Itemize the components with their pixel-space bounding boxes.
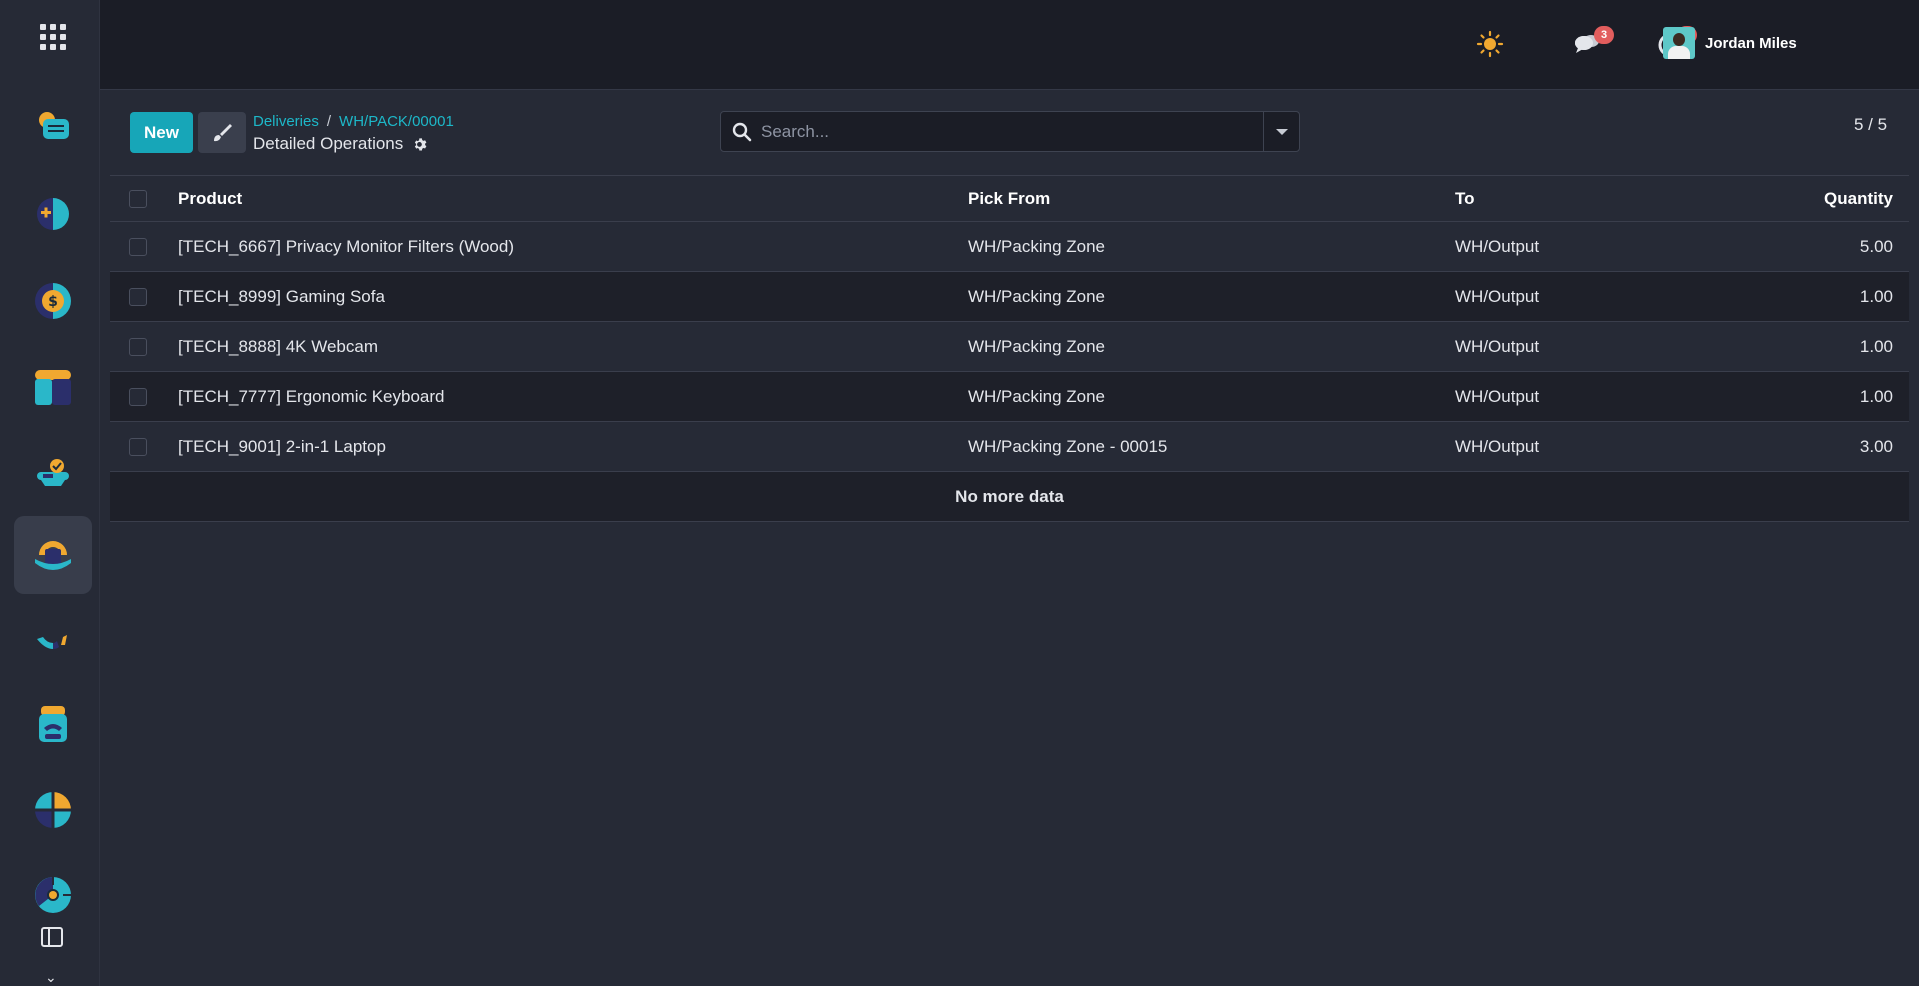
pick-from-cell: WH/Packing Zone <box>968 286 1105 306</box>
apps-grid-icon[interactable] <box>40 24 66 50</box>
to-cell: WH/Output <box>1455 436 1540 456</box>
to-cell: WH/Output <box>1455 386 1540 406</box>
app-partial-icon[interactable] <box>14 600 92 678</box>
app-settings-icon[interactable] <box>14 856 92 934</box>
to-cell: WH/Output <box>1455 236 1540 256</box>
quantity-cell: 1.00 <box>1859 336 1893 356</box>
search-bar <box>720 111 1300 152</box>
pick-from-cell: WH/Packing Zone <box>968 336 1105 356</box>
select-all-checkbox[interactable] <box>129 189 147 208</box>
to-cell: WH/Output <box>1455 286 1540 306</box>
quantity-cell: 3.00 <box>1859 436 1893 456</box>
app-delivery-icon[interactable] <box>14 433 92 511</box>
table-row[interactable]: [TECH_8999] Gaming Sofa WH/Packing Zone … <box>110 272 1909 322</box>
gear-icon[interactable] <box>411 136 428 153</box>
table-footer: No more data <box>110 472 1909 522</box>
brush-icon <box>214 123 232 141</box>
app-plus-icon[interactable] <box>14 175 92 253</box>
quantity-cell: 5.00 <box>1859 236 1893 256</box>
product-cell: [TECH_8888] 4K Webcam <box>178 336 378 356</box>
pager-value[interactable]: 5 / 5 <box>1854 115 1887 135</box>
chevron-down-icon <box>1275 128 1288 135</box>
product-cell: [TECH_7777] Ergonomic Keyboard <box>178 386 445 406</box>
row-checkbox[interactable] <box>129 287 147 306</box>
user-name: Jordan Miles <box>1705 34 1797 52</box>
search-icon <box>732 122 752 142</box>
brush-button[interactable] <box>198 112 246 153</box>
pick-from-cell: WH/Packing Zone <box>968 386 1105 406</box>
product-cell: [TECH_9001] 2-in-1 Laptop <box>178 436 386 456</box>
quantity-cell: 1.00 <box>1859 286 1893 306</box>
breadcrumb-separator: / <box>326 113 332 130</box>
row-checkbox[interactable] <box>129 237 147 256</box>
table-row[interactable]: [TECH_7777] Ergonomic Keyboard WH/Packin… <box>110 372 1909 422</box>
app-sales-icon[interactable]: $ <box>14 262 92 340</box>
to-cell: WH/Output <box>1455 336 1540 356</box>
sidebar-toggle-icon[interactable] <box>41 927 63 947</box>
row-checkbox[interactable] <box>129 387 147 406</box>
breadcrumb-deliveries[interactable]: Deliveries <box>253 113 319 130</box>
operations-table: Product Pick From To Quantity [TECH_6667… <box>110 175 1909 522</box>
app-dashboard-icon[interactable] <box>14 771 92 849</box>
column-header-pick-from[interactable]: Pick From <box>968 176 1050 221</box>
column-header-quantity[interactable]: Quantity <box>1824 176 1893 221</box>
product-cell: [TECH_8999] Gaming Sofa <box>178 286 385 306</box>
row-checkbox[interactable] <box>129 337 147 356</box>
expand-icon[interactable]: ⌄⌄ <box>45 970 57 986</box>
svg-text:$: $ <box>48 294 58 310</box>
user-menu[interactable]: Jordan Miles <box>1663 27 1797 59</box>
breadcrumb: Deliveries / WH/PACK/00001 <box>253 113 454 130</box>
column-header-product[interactable]: Product <box>178 176 242 221</box>
quantity-cell: 1.00 <box>1859 386 1893 406</box>
search-options-toggle[interactable] <box>1263 112 1299 151</box>
product-cell: [TECH_6667] Privacy Monitor Filters (Woo… <box>178 236 515 256</box>
theme-sun-icon[interactable] <box>1476 30 1504 63</box>
table-row[interactable]: [TECH_6667] Privacy Monitor Filters (Woo… <box>110 222 1909 272</box>
app-active-icon[interactable] <box>14 516 92 594</box>
row-checkbox[interactable] <box>129 437 147 456</box>
app-phone-icon[interactable] <box>14 685 92 763</box>
pick-from-cell: WH/Packing Zone <box>968 236 1105 256</box>
avatar <box>1663 27 1695 59</box>
messages-badge: 3 <box>1594 26 1614 44</box>
no-more-data-text: No more data <box>955 486 1064 506</box>
top-navbar: 3 4 Jordan Miles <box>100 0 1919 90</box>
app-sidebar: $ ⌄⌄ <box>0 0 100 986</box>
breadcrumb-pack[interactable]: WH/PACK/00001 <box>339 113 454 130</box>
table-header: Product Pick From To Quantity <box>110 175 1909 222</box>
app-inventory-icon[interactable] <box>14 348 92 426</box>
search-input[interactable] <box>761 112 1261 151</box>
page-title-wrap: Detailed Operations <box>253 134 428 154</box>
table-row[interactable]: [TECH_8888] 4K Webcam WH/Packing Zone WH… <box>110 322 1909 372</box>
column-header-to[interactable]: To <box>1455 176 1475 221</box>
new-button[interactable]: New <box>130 112 193 153</box>
table-row[interactable]: [TECH_9001] 2-in-1 Laptop WH/Packing Zon… <box>110 422 1909 472</box>
messages-icon[interactable]: 3 <box>1574 26 1614 61</box>
page-title: Detailed Operations <box>253 134 404 153</box>
app-discuss-icon[interactable] <box>14 88 92 166</box>
pick-from-cell: WH/Packing Zone - 00015 <box>968 436 1168 456</box>
